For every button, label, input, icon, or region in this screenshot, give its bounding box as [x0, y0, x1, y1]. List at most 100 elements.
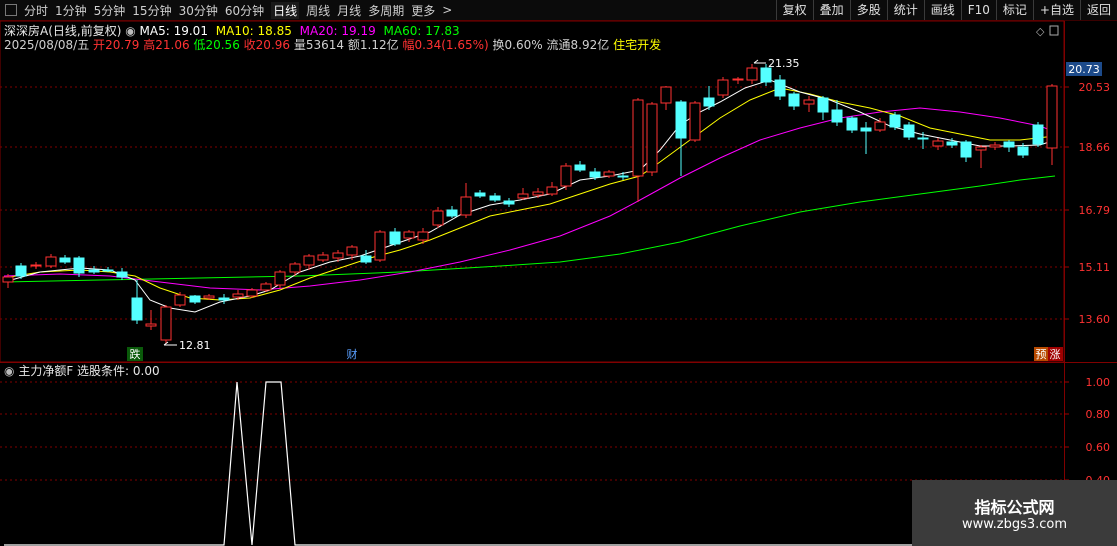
indicator-axis-label: 0.60 [1086, 441, 1111, 454]
candle-body [960, 141, 972, 158]
candle-body [632, 99, 644, 177]
diamond-icon[interactable]: ◇ [1036, 25, 1045, 38]
candle-body [860, 127, 872, 132]
candle-body [88, 269, 100, 273]
candle-body [232, 293, 244, 298]
candle-body [675, 101, 687, 139]
candle-body [546, 186, 558, 195]
candle-body [603, 171, 615, 177]
candle-body [360, 255, 372, 263]
candle-body [489, 195, 501, 201]
rise-tag-label: 涨 [1050, 348, 1061, 361]
candle-body [989, 144, 1001, 148]
candle-body [332, 252, 344, 259]
price-axis-label: 20.53 [1079, 81, 1111, 94]
candle-body [746, 67, 758, 81]
candle-body [374, 231, 386, 261]
candle-body [589, 171, 601, 178]
candle-body [2, 276, 14, 283]
candle-body [303, 255, 315, 266]
candle-body [45, 256, 57, 267]
watermark-title: 指标公式网 [974, 498, 1055, 517]
candle-body [174, 294, 186, 306]
candle-body [717, 79, 729, 96]
candle-body [460, 196, 472, 216]
candle-body [145, 323, 157, 327]
candle-body [403, 231, 415, 239]
price-axis-label: 16.79 [1079, 204, 1111, 217]
ma20-line [3, 107, 1056, 291]
current-price-label: 20.73 [1068, 63, 1100, 76]
candle-body [30, 264, 42, 267]
low-marker-label: 12.81 [179, 339, 211, 352]
dropdown-circle-icon[interactable]: ◉ [4, 364, 14, 378]
panel-toggle-icon[interactable] [1049, 25, 1059, 36]
indicator-header: ◉ 主力净额F 选股条件: 0.00 [4, 364, 160, 378]
candle-body [517, 193, 529, 199]
indicator-line [4, 381, 912, 546]
candle-body [260, 283, 272, 291]
candle-body [160, 306, 172, 341]
candle-body [189, 295, 201, 303]
indicator-condition: 选股条件: 0.00 [77, 364, 160, 378]
candle-body [817, 97, 829, 113]
drop-tag-label: 跌 [130, 347, 141, 361]
candle-body [346, 246, 358, 256]
candle-body [560, 165, 572, 187]
candle-body [975, 146, 987, 151]
watermark: 指标公式网 www.zbgs3.com [912, 480, 1117, 546]
low-marker: 12.81 [163, 339, 211, 352]
finance-tag-label[interactable]: 财 [347, 347, 358, 361]
indicator-axis-label: 1.00 [1086, 376, 1111, 389]
candle-body [703, 97, 715, 107]
price-axis-label: 18.66 [1079, 141, 1111, 154]
forecast-tag-label: 预 [1036, 348, 1047, 361]
high-marker-label: 21.35 [768, 57, 800, 70]
candle-body [732, 78, 744, 81]
ma60-line [3, 175, 1056, 283]
candle-body [574, 164, 586, 171]
candle-body [1003, 141, 1015, 148]
candle-body [73, 257, 85, 274]
candle-body [503, 200, 515, 205]
candle-body [788, 93, 800, 107]
watermark-url: www.zbgs3.com [961, 517, 1068, 532]
candle-body [1032, 124, 1044, 145]
candle-body [532, 191, 544, 196]
candle-body [131, 297, 143, 321]
price-axis-label: 13.60 [1079, 313, 1111, 326]
candle-body [116, 271, 128, 278]
candle-body [903, 124, 915, 138]
candle-body [59, 257, 71, 263]
price-axis-label: 15.11 [1079, 261, 1111, 274]
candle-body [274, 271, 286, 286]
candle-body [889, 114, 901, 128]
candle-body [646, 103, 658, 173]
candle-body [1017, 146, 1029, 156]
candle-body [289, 263, 301, 273]
candle-body [102, 269, 114, 272]
candle-body [760, 67, 772, 83]
candle-body [946, 141, 958, 146]
candle-body [660, 86, 672, 104]
candle-body [803, 99, 815, 105]
candle-body [831, 109, 843, 123]
candle-body [246, 289, 258, 297]
candle-body [446, 209, 458, 217]
candle-body [846, 117, 858, 131]
candle-body [218, 297, 230, 301]
candle-body [1046, 85, 1058, 149]
candle-body [317, 254, 329, 261]
candle-body [389, 231, 401, 245]
candle-body [874, 121, 886, 131]
candle-body [474, 192, 486, 197]
main-plot-frame [0, 20, 1065, 363]
candle-body [432, 210, 444, 226]
indicator-title: 主力净额F [18, 364, 74, 378]
candle-body [15, 265, 27, 277]
kline-chart[interactable]: 20.53 18.66 16.79 15.11 13.60 20.73 1.00… [0, 0, 1117, 546]
candlesticks [2, 64, 1058, 344]
candle-body [932, 140, 944, 147]
candle-body [617, 175, 629, 178]
candle-body [774, 79, 786, 97]
